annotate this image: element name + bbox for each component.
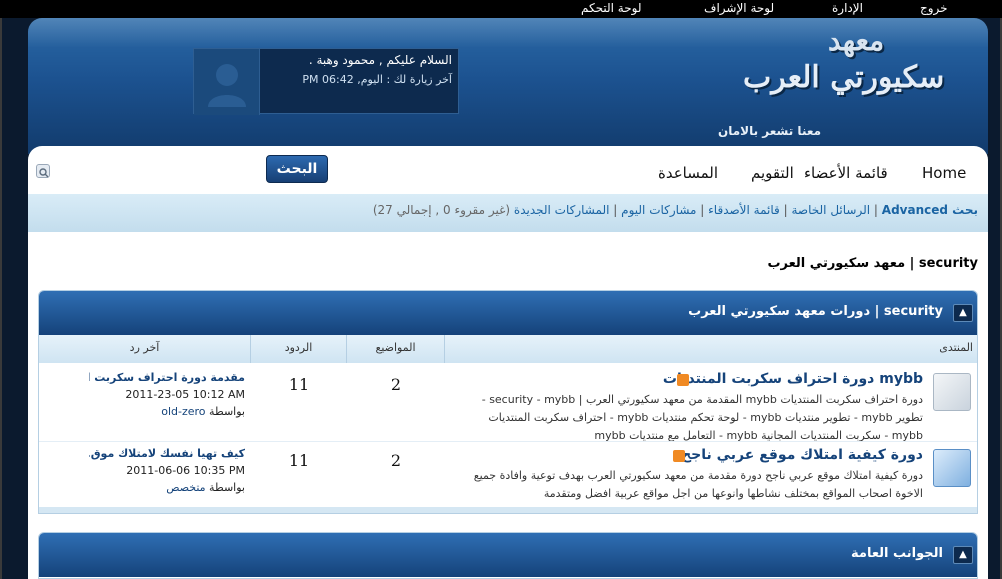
last-post-title[interactable]: مقدمة دورة احتراف سكربت ا... [89,371,245,384]
column-posts: الردود [251,335,347,363]
author-link[interactable]: old-zero [161,405,205,418]
by-label: بواسطة [209,405,245,418]
table-row: دورة احتراف سكربت المنتديات mybb دورة اح… [39,369,977,442]
author-link[interactable]: متخصص [166,481,205,494]
forum-description: دورة احتراف سكربت المنتديات mybb المقدمة… [481,393,923,442]
site-header: معهد سكيورتي العرب معنا تشعر بالامان الس… [28,18,988,154]
usercp-link[interactable]: لوحة التحكم [581,1,642,15]
column-lastpost: آخر رد [39,335,251,363]
table-row: دورة كيفية امتلاك موقع عربي ناجح دورة كي… [39,445,977,505]
subnav-separator: | [783,203,788,217]
top-navigation-bar: خروج الإدارة لوحة الإشراف لوحة التحكم [0,0,1002,18]
rss-icon[interactable] [673,450,685,462]
last-post-title[interactable]: كيف تهيا نفسك لامتلاك موق... [89,447,245,460]
subnav-separator: | [613,203,618,217]
last-visit-text: آخر زيارة لك : اليوم, 06:42 PM [302,73,452,86]
breadcrumb[interactable]: معهد سكيورتي العرب | security [767,256,978,271]
menu-home[interactable]: Home [922,164,966,182]
logo-line-2[interactable]: سكيورتي العرب [743,60,944,95]
search-input[interactable] [32,156,260,182]
subnav-separator: | [700,203,705,217]
subnav-buddy-list[interactable]: قائمة الأصدقاء [708,203,780,217]
category-title[interactable]: دورات معهد سكيورتي العرب | security [688,304,943,319]
pm-counts: (غير مقروء 0 , إجمالي 27) [372,203,511,217]
site-slogan: معنا تشعر بالامان [718,124,822,138]
column-forum: المنتدى [445,335,977,363]
forum-folder-new-icon [933,449,971,487]
subnav-links: (غير مقروء 0 , إجمالي 27) الرسائل الخاصة… [373,203,978,217]
welcome-panel: السلام عليكم , محمود وهبة . آخر زيارة لك… [193,48,459,115]
rss-icon[interactable] [677,374,689,386]
magnifier-icon [39,168,49,178]
category-header: دورات معهد سكيورتي العرب | security ▲ [39,291,977,335]
avatar[interactable] [194,49,260,115]
logo-line-1[interactable]: معهد [828,24,884,57]
last-post-date: 2011-23-05 10:12 AM [125,388,245,401]
posts-count: 11 [288,375,310,394]
by-label: بواسطة [209,481,245,494]
row-divider [39,441,977,442]
subnav-separator: | [873,203,878,217]
sub-navigation: (غير مقروء 0 , إجمالي 27) الرسائل الخاصة… [28,194,988,232]
subnav-advanced-search[interactable]: Advanced بحث [882,203,978,217]
content-panel: Home التقويم قائمة الأعضاء المساعدة البح… [28,146,988,579]
threads-count: 2 [390,451,402,470]
collapse-icon[interactable]: ▲ [953,304,973,322]
category-header: الجوانب العامة ▲ [39,533,977,577]
threads-count: 2 [390,375,402,394]
menu-memberlist[interactable]: قائمة الأعضاء [804,164,888,182]
posts-count: 11 [288,451,310,470]
collapse-icon[interactable]: ▲ [953,546,973,564]
category-footer [39,507,977,513]
forum-folder-icon [933,373,971,411]
forum-title[interactable]: دورة كيفية امتلاك موقع عربي ناجح [681,447,923,463]
subnav-today-posts[interactable]: مشاركات اليوم [621,203,696,217]
subnav-pm[interactable]: الرسائل الخاصة [791,203,870,217]
category-title[interactable]: الجوانب العامة [851,546,943,561]
search-button[interactable]: البحث [266,155,328,183]
search-icon[interactable] [36,164,50,178]
menu-help[interactable]: المساعدة [658,164,718,182]
category-table: دورات معهد سكيورتي العرب | security ▲ ال… [38,290,978,514]
last-post-author: بواسطة old-zero [89,405,245,418]
forum-title[interactable]: دورة احتراف سكربت المنتديات mybb [663,371,923,387]
column-threads-cell: المواضيع [347,335,445,363]
last-post-date: 2011-06-06 10:35 PM [126,464,245,477]
menu-calendar[interactable]: التقويم [751,164,794,182]
modcp-link[interactable]: لوحة الإشراف [704,1,774,15]
page-wrapper: معهد سكيورتي العرب معنا تشعر بالامان الس… [0,18,1002,579]
welcome-message: السلام عليكم , محمود وهبة . [308,53,452,67]
logout-link[interactable]: خروج [920,1,948,15]
last-post-author: بواسطة متخصص [89,481,245,494]
admin-link[interactable]: الإدارة [832,1,863,15]
forum-description: دورة كيفية امتلاك موقع عربي ناجح دورة مق… [473,469,923,500]
user-silhouette-icon [208,64,246,107]
subnav-new-posts[interactable]: المشاركات الجديدة [514,203,610,217]
category-table: الجوانب العامة ▲ [38,532,978,579]
